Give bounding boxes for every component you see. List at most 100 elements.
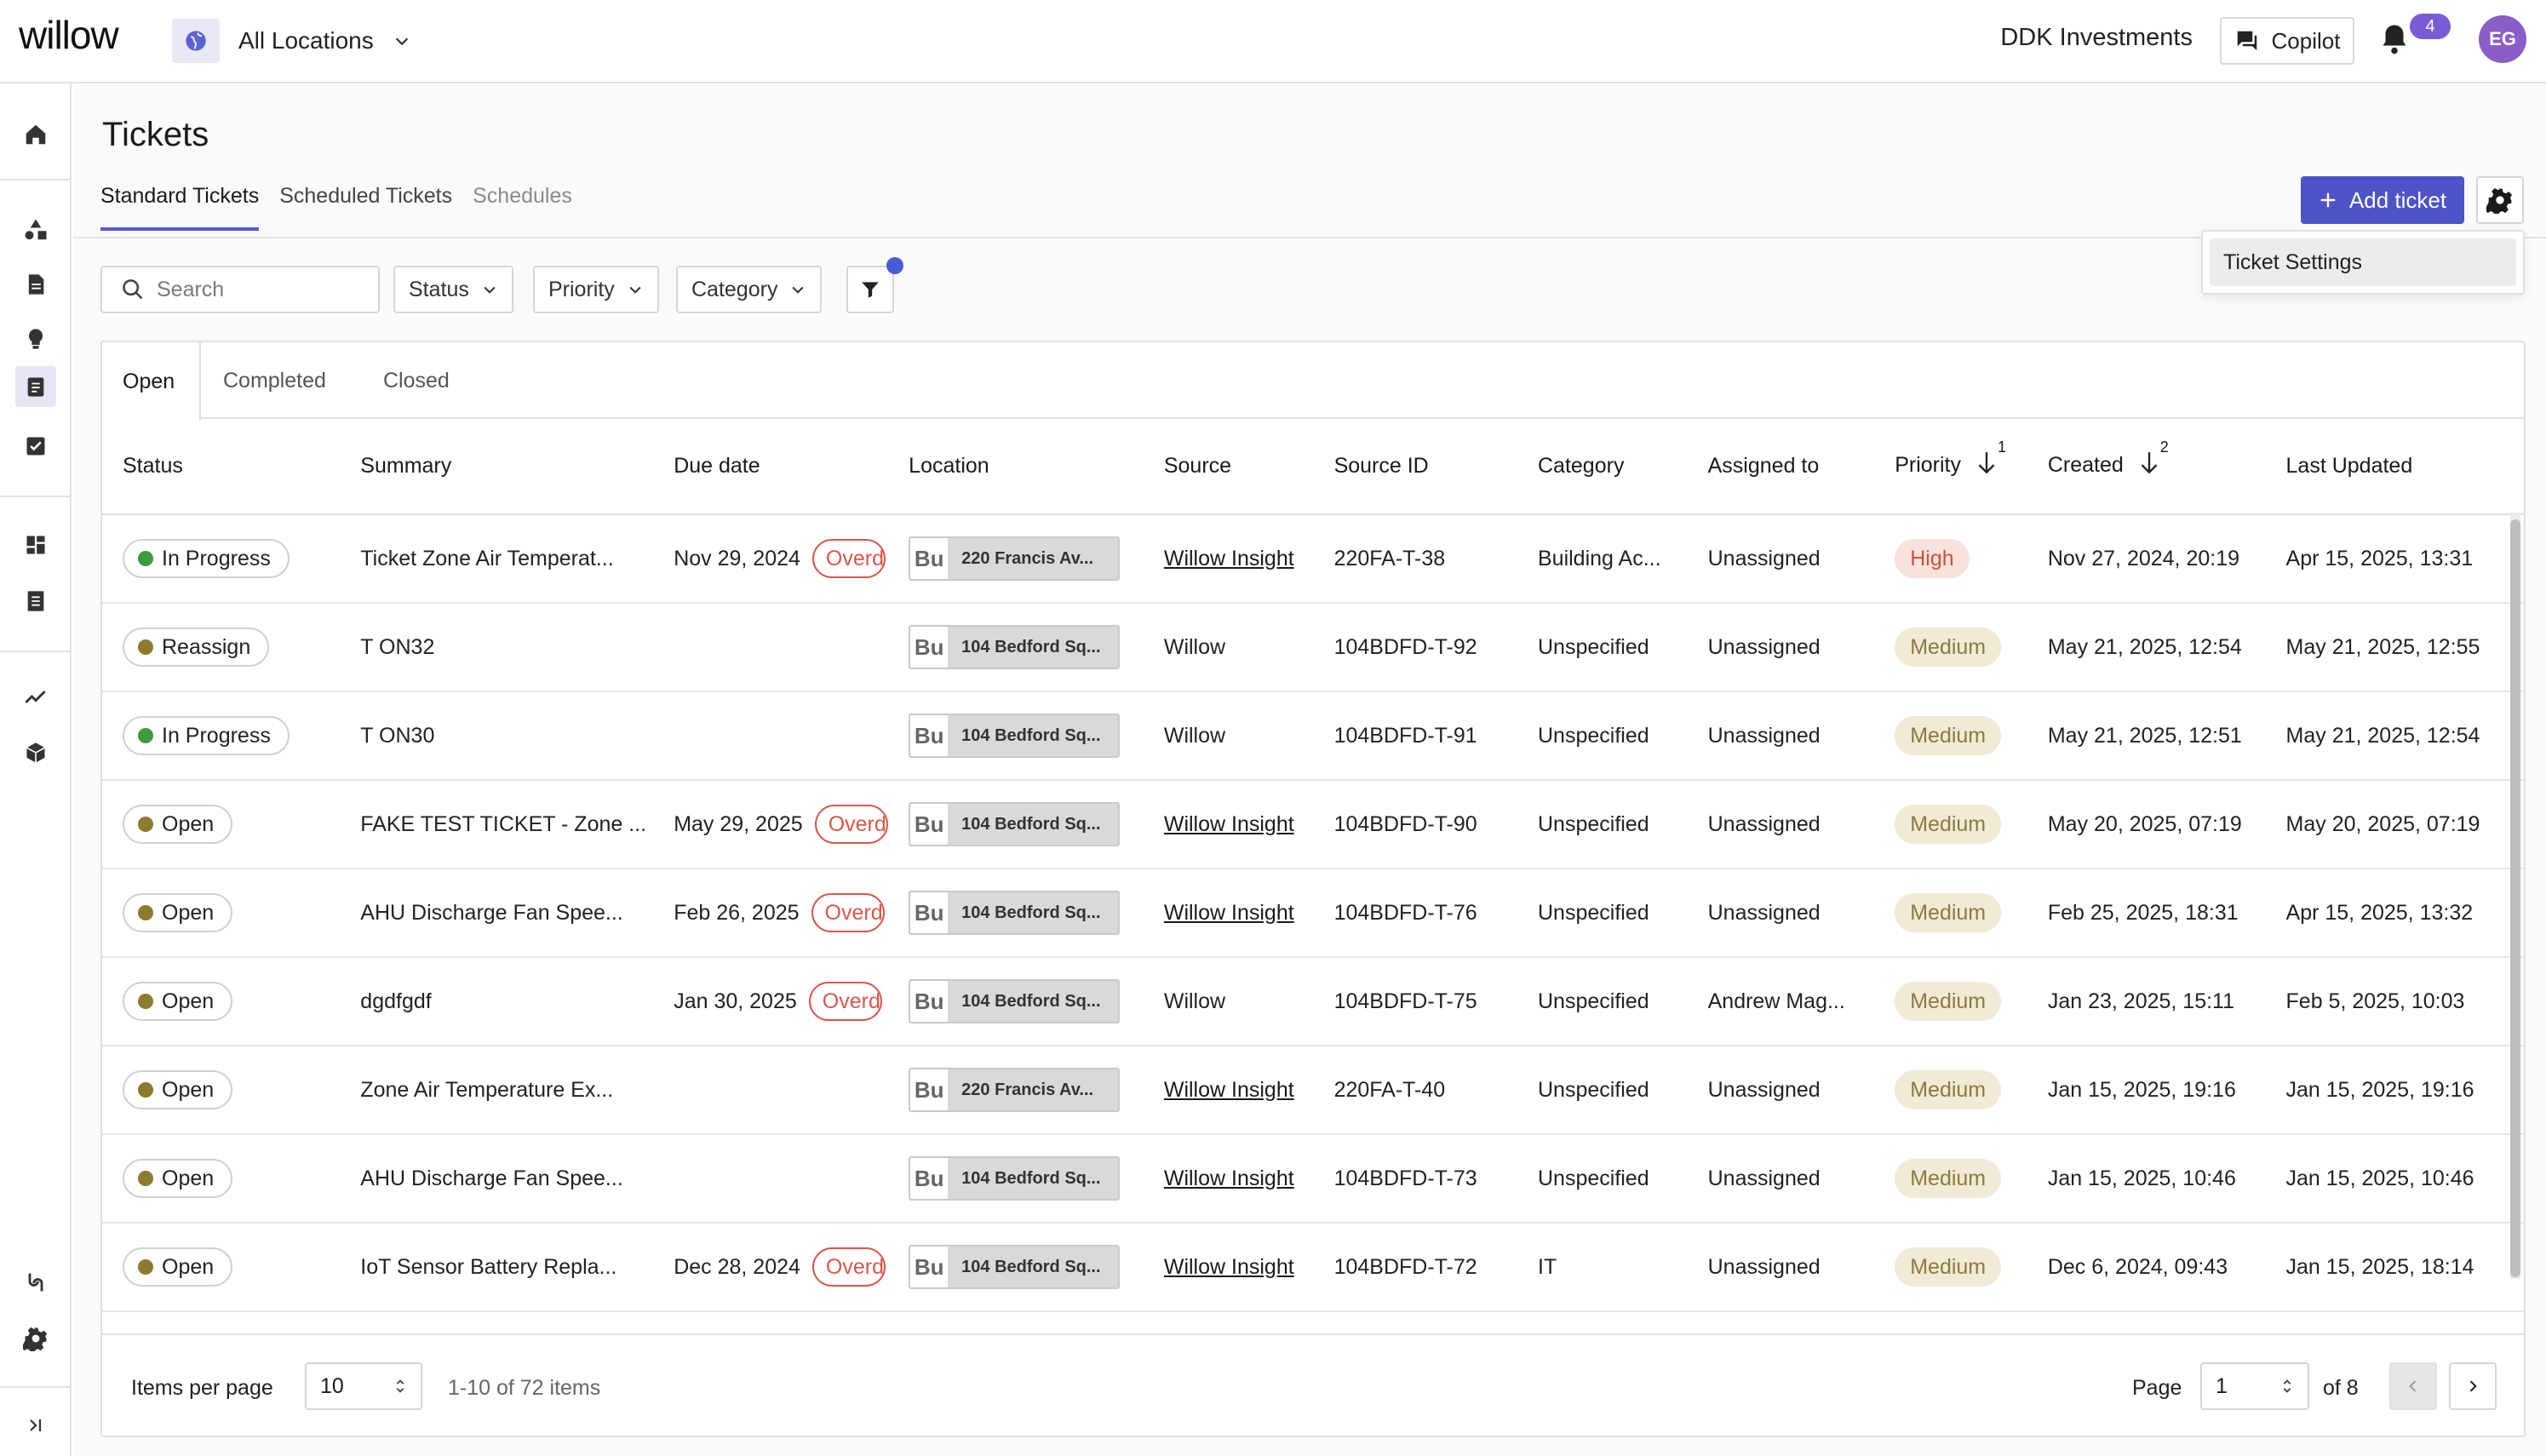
- summary-cell[interactable]: Ticket Zone Air Temperat...: [340, 514, 654, 604]
- checkbox-icon[interactable]: [15, 426, 56, 467]
- trend-icon[interactable]: [15, 676, 56, 717]
- next-page-button[interactable]: [2449, 1362, 2497, 1410]
- bell-icon[interactable]: [2379, 22, 2410, 56]
- search-input[interactable]: [157, 277, 344, 302]
- settings-icon[interactable]: [15, 1318, 56, 1359]
- location-chip[interactable]: Bu 104 Bedford Sq...: [909, 979, 1121, 1023]
- source-link[interactable]: Willow Insight: [1164, 1255, 1294, 1279]
- status-filter-dropdown[interactable]: Status: [393, 266, 513, 313]
- summary-cell[interactable]: IoT Sensor Battery Repla...: [340, 1223, 654, 1312]
- ticket-summary[interactable]: T ON32: [360, 635, 653, 660]
- column-header-source[interactable]: Source: [1143, 419, 1314, 515]
- source-id-cell: 104BDFD-T-76: [1313, 868, 1517, 958]
- previous-page-button[interactable]: [2389, 1362, 2437, 1410]
- column-header-status[interactable]: Status: [102, 419, 341, 515]
- tab-standard-tickets[interactable]: Standard Tickets: [100, 184, 260, 231]
- column-header-category[interactable]: Category: [1517, 419, 1688, 515]
- copilot-button[interactable]: Copilot: [2220, 17, 2354, 65]
- ticket-summary[interactable]: Zone Air Temperature Ex...: [360, 1078, 653, 1103]
- subtab-closed[interactable]: Closed: [383, 342, 450, 419]
- add-ticket-button[interactable]: Add ticket: [2301, 176, 2464, 224]
- ticket-settings-button[interactable]: [2476, 176, 2524, 224]
- table-row[interactable]: Open dgdfgdf Jan 30, 2025 Overdue Bu104 Bedf…: [102, 957, 2524, 1046]
- table-row[interactable]: Reassign T ON32 Bu 104 Bedford Sq... Willow 1…: [102, 603, 2524, 692]
- willow-logo[interactable]: willow: [19, 12, 119, 58]
- page-select[interactable]: 1: [2200, 1362, 2309, 1410]
- location-chip[interactable]: Bu 104 Bedford Sq...: [909, 1245, 1121, 1289]
- location-chip[interactable]: Bu 104 Bedford Sq...: [909, 802, 1121, 846]
- table-row[interactable]: Open FAKE TEST TICKET - Zone ... May 29, 2…: [102, 780, 2524, 869]
- scrollbar-thumb[interactable]: [2510, 519, 2520, 1277]
- ticket-summary[interactable]: FAKE TEST TICKET - Zone ...: [360, 812, 653, 837]
- summary-cell[interactable]: T ON32: [340, 603, 654, 692]
- table-row[interactable]: In Progress T ON30 Bu 104 Bedford Sq... Will…: [102, 691, 2524, 781]
- sort-desc-icon[interactable]: 2: [2138, 439, 2169, 482]
- table-scrollbar[interactable]: [2510, 513, 2520, 1279]
- location-chip[interactable]: Bu 104 Bedford Sq...: [909, 1156, 1121, 1201]
- column-header-source-id[interactable]: Source ID: [1313, 419, 1517, 515]
- summary-cell[interactable]: dgdfgdf: [340, 957, 654, 1046]
- summary-cell[interactable]: T ON30: [340, 691, 654, 781]
- lightbulb-icon[interactable]: [15, 318, 56, 359]
- tab-scheduled-tickets[interactable]: Scheduled Tickets: [279, 184, 452, 231]
- column-header-due-date[interactable]: Due date: [653, 419, 889, 515]
- search-field[interactable]: [100, 266, 380, 313]
- category-filter-dropdown[interactable]: Category: [676, 266, 823, 313]
- tickets-icon[interactable]: [15, 366, 56, 407]
- column-header-location[interactable]: Location: [888, 419, 1144, 515]
- tickets-table: Status Summary Due date Location Source …: [102, 419, 2524, 1312]
- location-chip[interactable]: Bu 220 Francis Av...: [909, 536, 1121, 581]
- source-link[interactable]: Willow Insight: [1164, 547, 1294, 570]
- summary-cell[interactable]: Zone Air Temperature Ex...: [340, 1046, 654, 1135]
- location-chip[interactable]: Bu 104 Bedford Sq...: [909, 625, 1121, 669]
- source-cell: Willow Insight: [1143, 1223, 1314, 1312]
- source-link[interactable]: Willow Insight: [1164, 1078, 1294, 1102]
- connector-icon[interactable]: [15, 1262, 56, 1303]
- summary-cell[interactable]: FAKE TEST TICKET - Zone ...: [340, 780, 654, 869]
- priority-filter-dropdown[interactable]: Priority: [533, 266, 659, 313]
- items-per-page-select[interactable]: 10: [305, 1362, 422, 1410]
- source-link[interactable]: Willow Insight: [1164, 1167, 1294, 1190]
- report-icon[interactable]: [15, 581, 56, 622]
- table-row[interactable]: Open IoT Sensor Battery Repla... Dec 28, 2…: [102, 1223, 2524, 1312]
- subtab-completed[interactable]: Completed: [223, 342, 326, 419]
- assignee: Unassigned: [1707, 811, 1821, 836]
- ticket-summary[interactable]: Ticket Zone Air Temperat...: [360, 547, 653, 571]
- document-icon[interactable]: [15, 264, 56, 305]
- location-selector[interactable]: All Locations: [172, 19, 411, 63]
- table-row[interactable]: Open AHU Discharge Fan Spee... Feb 26, 202…: [102, 868, 2524, 958]
- ticket-summary[interactable]: IoT Sensor Battery Repla...: [360, 1255, 653, 1280]
- location-chip[interactable]: Bu 104 Bedford Sq...: [909, 714, 1121, 758]
- location-chip[interactable]: Bu 220 Francis Av...: [909, 1068, 1121, 1112]
- sort-desc-icon[interactable]: 1: [1975, 439, 2006, 482]
- location-chip[interactable]: Bu 104 Bedford Sq...: [909, 891, 1121, 935]
- table-row[interactable]: In Progress Ticket Zone Air Temperat... No…: [102, 514, 2524, 604]
- cube-icon[interactable]: [15, 732, 56, 773]
- dashboard-icon[interactable]: [15, 525, 56, 565]
- ticket-summary[interactable]: AHU Discharge Fan Spee...: [360, 1167, 653, 1191]
- shapes-icon[interactable]: [15, 209, 56, 250]
- expand-sidebar-icon[interactable]: [15, 1405, 56, 1446]
- source-link[interactable]: Willow Insight: [1164, 812, 1294, 836]
- advanced-filter-button[interactable]: [846, 266, 894, 313]
- column-header-last-updated[interactable]: Last Updated: [2265, 419, 2524, 515]
- summary-cell[interactable]: AHU Discharge Fan Spee...: [340, 1134, 654, 1224]
- column-header-summary[interactable]: Summary: [340, 419, 654, 515]
- ticket-summary[interactable]: T ON30: [360, 724, 653, 748]
- tab-schedules[interactable]: Schedules: [473, 184, 572, 231]
- column-header-assigned-to[interactable]: Assigned to: [1687, 419, 1875, 515]
- menu-item-ticket-settings[interactable]: Ticket Settings: [2210, 238, 2516, 286]
- column-header-priority[interactable]: Priority 1: [1874, 419, 2027, 515]
- source-link[interactable]: Willow Insight: [1164, 901, 1294, 925]
- column-header-created[interactable]: Created 2: [2027, 419, 2266, 515]
- user-avatar[interactable]: EG: [2479, 15, 2526, 63]
- subtab-open[interactable]: Open: [102, 342, 201, 421]
- ticket-summary[interactable]: AHU Discharge Fan Spee...: [360, 901, 653, 926]
- source-text: Willow: [1163, 989, 1226, 1013]
- home-icon[interactable]: [15, 114, 56, 155]
- table-row[interactable]: Open Zone Air Temperature Ex... Bu 220 Fran…: [102, 1046, 2524, 1135]
- ticket-summary[interactable]: dgdfgdf: [360, 989, 653, 1014]
- company-name[interactable]: DDK Investments: [2000, 24, 2193, 52]
- table-row[interactable]: Open AHU Discharge Fan Spee... Bu 104 Bedfo…: [102, 1134, 2524, 1224]
- summary-cell[interactable]: AHU Discharge Fan Spee...: [340, 868, 654, 958]
